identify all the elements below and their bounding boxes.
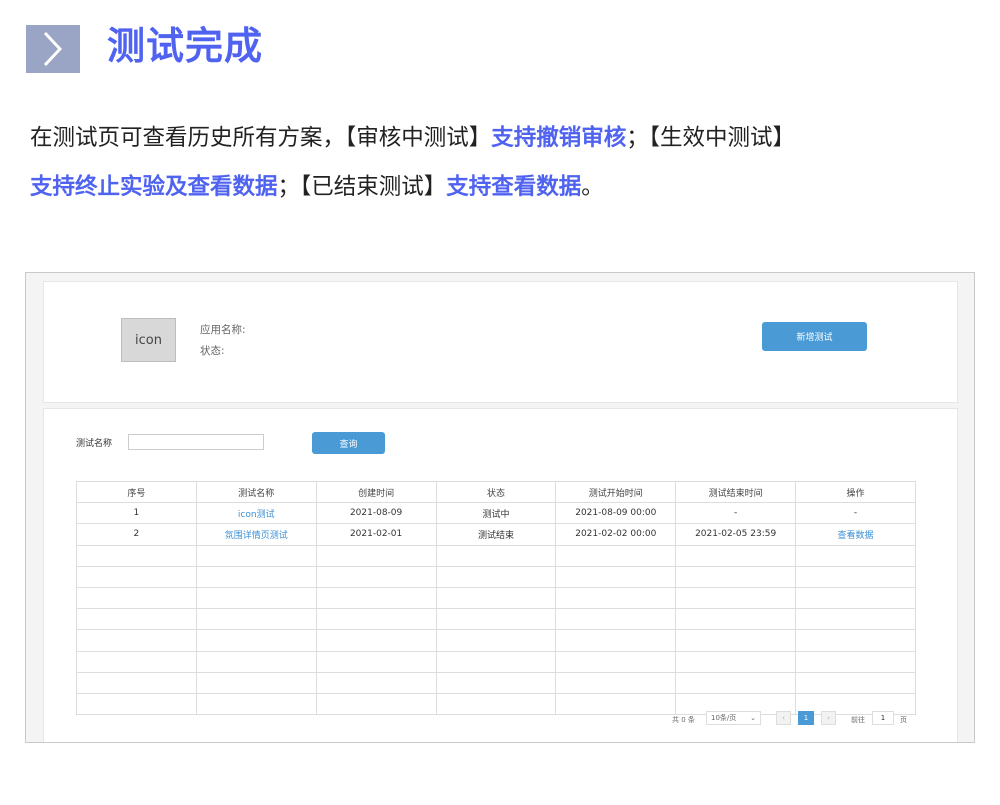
col-header: 测试名称 [195, 480, 317, 504]
cell-end: - [675, 502, 797, 525]
desc-text-2: ；【生效中测试】 [626, 125, 796, 151]
app-info-panel: icon 应用名称: 状态: 新增测试 [43, 281, 958, 403]
table-row-empty [76, 586, 916, 610]
cell-end: 2021-02-05 23:59 [675, 523, 797, 546]
view-data-link[interactable]: 查看数据 [795, 523, 916, 546]
app-icon-placeholder: icon [121, 318, 176, 362]
desc-text-4: 。 [581, 174, 604, 200]
col-header: 测试开始时间 [555, 480, 677, 504]
prev-page-button[interactable]: ‹ [776, 711, 791, 725]
current-page[interactable]: 1 [798, 711, 814, 725]
desc-highlight-2: 支持终止实验及查看数据 [30, 174, 278, 200]
table-row-empty [76, 650, 916, 673]
desc-highlight-3: 支持查看数据 [446, 174, 582, 200]
cell-test-name-link[interactable]: 氛围详情页测试 [195, 523, 317, 546]
query-button[interactable]: 查询 [312, 432, 385, 454]
cell-no: 1 [76, 502, 197, 525]
test-list-panel: 测试名称 查询 序号 测试名称 创建时间 状态 测试开始时间 测试结束时间 操作… [43, 408, 958, 742]
page-size-value: 10条/页 [711, 714, 737, 722]
page-unit-label: 页 [900, 716, 907, 724]
desc-text-1: 在测试页可查看历史所有方案，【审核中测试】 [30, 125, 492, 151]
description: 在测试页可查看历史所有方案，【审核中测试】支持撤销审核；【生效中测试】支持终止实… [30, 114, 998, 212]
page-size-select[interactable]: 10条/页 ⌄ [706, 711, 761, 725]
cell-created: 2021-08-09 [315, 502, 437, 525]
cell-test-name-link[interactable]: icon测试 [195, 502, 317, 525]
chevron-down-icon: ⌄ [750, 714, 756, 722]
col-header: 创建时间 [315, 480, 437, 504]
col-header: 序号 [76, 480, 197, 504]
cell-status: 测试结束 [435, 523, 557, 546]
table-row-empty [76, 544, 916, 567]
cell-no: 2 [76, 523, 197, 546]
desc-highlight-1: 支持撤销审核 [491, 125, 627, 151]
col-header: 测试结束时间 [675, 480, 797, 504]
table-row-empty [76, 565, 916, 588]
cell-status: 测试中 [435, 502, 557, 525]
cell-action: - [795, 502, 916, 525]
table-row-empty [76, 629, 916, 652]
col-header: 状态 [435, 480, 557, 504]
chevron-right-icon [26, 25, 80, 73]
app-status-label: 状态: [200, 345, 225, 357]
goto-label: 前往 [851, 716, 865, 724]
chevron-right-small-icon: › [827, 714, 830, 722]
new-test-button[interactable]: 新增测试 [762, 322, 867, 351]
table-row: 2 氛围详情页测试 2021-02-01 测试结束 2021-02-02 00:… [76, 523, 916, 546]
test-table: 序号 测试名称 创建时间 状态 测试开始时间 测试结束时间 操作 1 icon测… [76, 480, 916, 716]
pagination-total: 共 0 条 [672, 716, 695, 724]
page-title: 测试完成 [107, 24, 264, 68]
app-name-label: 应用名称: [200, 324, 246, 336]
chevron-left-icon: ‹ [782, 714, 785, 722]
goto-page-input[interactable]: 1 [872, 711, 894, 725]
test-name-label: 测试名称 [76, 439, 113, 449]
table-header-row: 序号 测试名称 创建时间 状态 测试开始时间 测试结束时间 操作 [76, 480, 916, 504]
table-row: 1 icon测试 2021-08-09 测试中 2021-08-09 00:00… [76, 502, 916, 525]
cell-created: 2021-02-01 [315, 523, 437, 546]
table-row-empty [76, 671, 916, 694]
desc-text-3: ；【已结束测试】 [277, 174, 447, 200]
next-page-button[interactable]: › [821, 711, 836, 725]
test-name-input[interactable] [128, 434, 264, 450]
cell-start: 2021-02-02 00:00 [555, 523, 677, 546]
cell-start: 2021-08-09 00:00 [555, 502, 677, 525]
table-row-empty [76, 608, 916, 631]
col-header: 操作 [795, 480, 916, 504]
screenshot-frame: icon 应用名称: 状态: 新增测试 测试名称 查询 序号 测试名称 创建时间… [25, 272, 975, 743]
